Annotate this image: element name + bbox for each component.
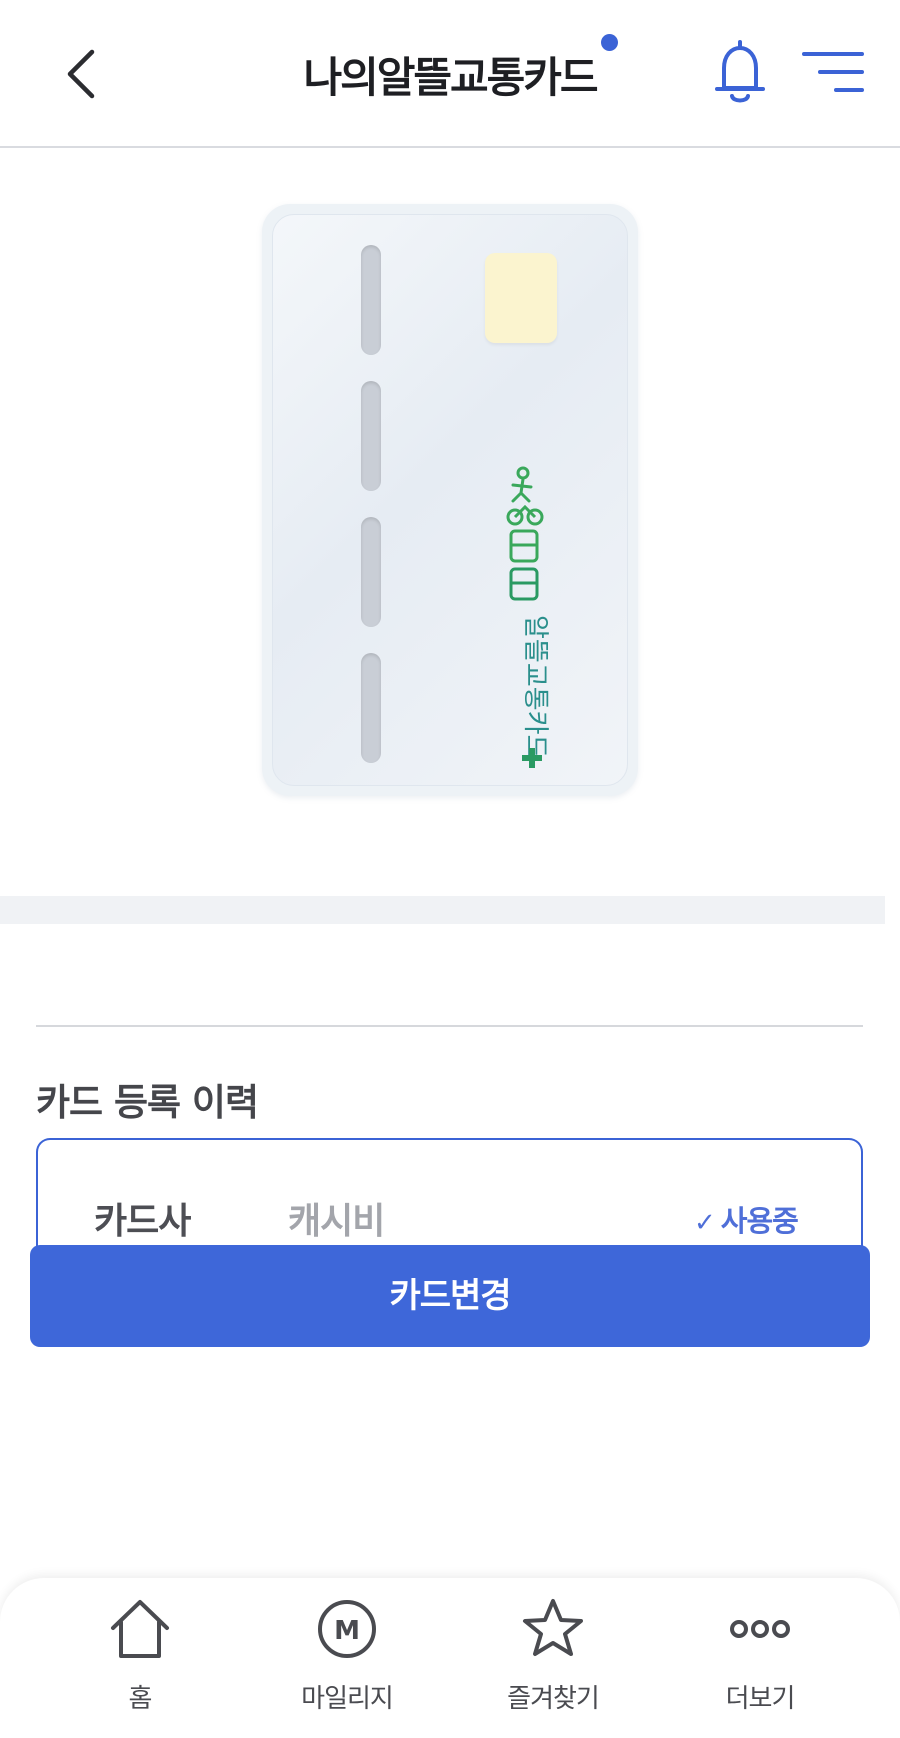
nav-home[interactable]: 홈	[60, 1596, 220, 1726]
new-indicator-dot	[601, 34, 618, 51]
card-stripe	[361, 245, 381, 355]
change-card-button[interactable]: 카드변경	[30, 1245, 870, 1347]
nav-more[interactable]: 더보기	[680, 1596, 840, 1726]
bottom-navigation: 홈 M 마일리지 즐겨찾기 더보기	[0, 1578, 900, 1738]
top-header: 나의알뜰교통카드	[0, 0, 900, 148]
card-logo: 알뜰교통카드	[506, 466, 550, 768]
check-icon: ✓	[694, 1208, 716, 1238]
card-history-item[interactable]: 카드사 캐시비 ✓ 사용중	[36, 1138, 863, 1258]
card-stripe	[361, 653, 381, 763]
card-company-value: 캐시비	[288, 1201, 385, 1242]
star-icon	[523, 1599, 583, 1656]
menu-icon	[802, 52, 864, 92]
nav-more-label: 더보기	[725, 1684, 796, 1714]
app-screen: 나의알뜰교통카드 알뜰교통카드 카드 등록 이력 카드사 캐시비 ✓ 사용중 카…	[0, 0, 900, 1738]
nav-mileage-label: 마일리지	[301, 1684, 394, 1714]
home-icon	[111, 1600, 169, 1658]
section-title: 카드 등록 이력	[36, 1081, 259, 1124]
card-chip	[485, 253, 557, 343]
divider-line	[36, 1025, 863, 1027]
card-logo-text: 알뜰교통카드	[520, 615, 550, 759]
card-stripe	[361, 381, 381, 491]
card-face: 알뜰교통카드	[272, 214, 628, 786]
card-company-label: 카드사	[94, 1201, 191, 1242]
notification-button[interactable]	[712, 40, 768, 108]
status-text: 사용중	[720, 1204, 799, 1238]
mileage-icon: M	[318, 1600, 376, 1658]
nav-favorites-label: 즐겨찾기	[507, 1684, 600, 1714]
bell-icon	[715, 40, 765, 103]
nav-favorites[interactable]: 즐겨찾기	[473, 1596, 633, 1726]
nav-home-label: 홈	[128, 1684, 153, 1714]
svg-text:M: M	[334, 1616, 360, 1646]
card-stripe	[361, 517, 381, 627]
transit-card-image: 알뜰교통카드	[262, 204, 638, 796]
section-separator	[0, 896, 885, 924]
status-badge: ✓ 사용중	[694, 1198, 799, 1240]
nav-mileage[interactable]: M 마일리지	[267, 1596, 427, 1726]
more-icon	[730, 1620, 790, 1638]
menu-button[interactable]	[802, 48, 864, 100]
